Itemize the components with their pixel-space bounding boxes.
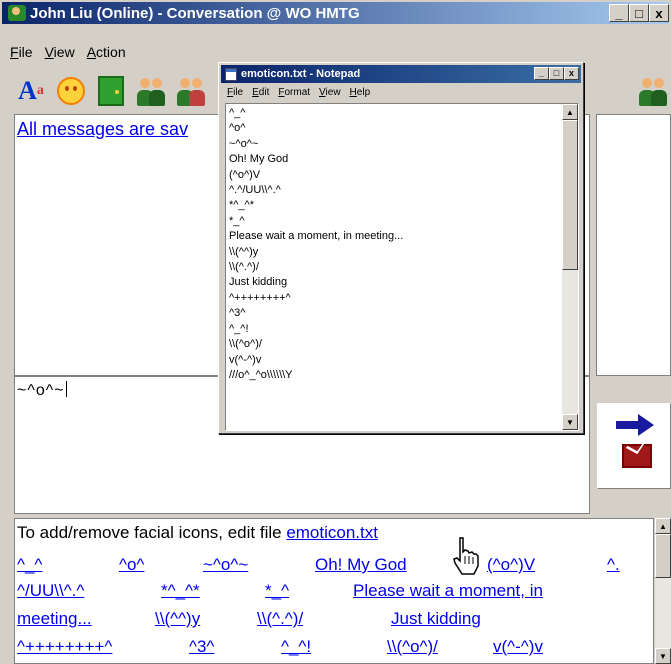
emoticon-item[interactable]: \\(^^)y [155,609,200,629]
scroll-down-arrow-icon[interactable]: ▼ [655,648,671,664]
notepad-line: ^_^ [229,107,246,119]
message-input-text: ~^o^~ [17,382,65,399]
notepad-title-bar[interactable]: emoticon.txt - Notepad _ □ x [221,65,581,83]
notepad-line: ^.^/UU\\^.^ [229,184,281,197]
notepad-menu-file[interactable]: File [227,87,243,98]
envelope-icon [622,444,652,468]
notepad-menu-help[interactable]: Help [350,87,371,98]
menu-bar: File View Action [10,44,126,64]
notepad-text-area[interactable]: ^_^ ^o^ ~^o^~ Oh! My God (^o^)V ^.^/UU\\^.^ *^… [225,103,579,431]
font-icon-sup: a [36,83,44,98]
notepad-minimize-button[interactable]: _ [534,67,549,80]
notepad-content: ^_^ ^o^ ~^o^~ Oh! My God (^o^)V ^.^/UU\\^.^ *^… [229,106,403,383]
emoticon-item[interactable]: Please wait a moment, in [353,581,543,601]
app-icon [8,5,26,21]
minimize-button[interactable]: _ [609,4,629,22]
maximize-button[interactable]: □ [629,4,649,22]
emoticon-item[interactable]: ^_^! [281,637,311,657]
menu-view[interactable]: View [45,44,75,64]
emoticon-item[interactable]: ^. [607,555,620,575]
contact-profile-icon[interactable] [636,74,670,108]
scroll-up-arrow-icon[interactable]: ▲ [655,518,671,534]
notepad-menu-view[interactable]: View [319,87,341,98]
emoticon-item[interactable]: \\(^o^)/ [387,637,438,657]
notepad-line: v(^-^)v [229,353,262,366]
emoticon-item[interactable]: ^3^ [189,637,214,657]
notepad-line: ///o^_^o\\\\\\Y [229,368,293,381]
emoticon-item[interactable]: (^o^)V [487,555,535,575]
emoticon-item[interactable]: *^_^* [161,581,200,601]
menu-file[interactable]: File [10,44,33,64]
notepad-menu-bar: File Edit Format View Help [227,87,370,98]
chat-message-link[interactable]: All messages are sav [17,119,188,140]
notepad-line: ^_^! [229,322,249,335]
notepad-title: emoticon.txt - Notepad [241,68,361,80]
notepad-scroll-up-arrow-icon[interactable]: ▲ [562,104,578,120]
emoticon-instructions: To add/remove facial icons, edit file em… [17,523,378,543]
contacts-icon[interactable] [134,74,168,108]
emoticon-item[interactable]: v(^-^)v [493,637,543,657]
notepad-close-button[interactable]: x [564,67,579,80]
window-title: John Liu (Online) - Conversation @ WO HM… [30,4,360,22]
menu-action[interactable]: Action [87,44,126,64]
emoticon-instructions-text: To add/remove facial icons, edit file [17,523,287,542]
emoticon-item[interactable]: Oh! My God [315,555,407,575]
notepad-line: \\(^o^)/ [229,338,262,351]
notepad-scrollbar[interactable]: ▲ ▼ [562,104,578,430]
notepad-line: ^++++++++^ [229,291,291,304]
hand-pointer-icon [453,537,479,575]
notepad-line: *^_^* [229,199,255,212]
notepad-maximize-button[interactable]: □ [549,67,564,80]
notepad-line: ^3^ [229,307,246,320]
invite-contacts-icon[interactable] [174,74,208,108]
notepad-scroll-down-arrow-icon[interactable]: ▼ [562,414,578,430]
title-bar[interactable]: John Liu (Online) - Conversation @ WO HM… [2,2,669,24]
emoticon-item[interactable]: ^/UU\\^.^ [17,581,84,601]
emoticon-item[interactable]: ^++++++++^ [17,637,112,657]
notepad-line: \\(^.^)/ [229,261,259,274]
emoticon-item[interactable]: *_^ [265,581,289,601]
emoticon-scrollbar[interactable]: ▲ ▼ [655,518,671,664]
emoticon-item[interactable]: ~^o^~ [203,555,248,575]
notepad-line: ~^o^~ [229,137,259,150]
notepad-menu-format[interactable]: Format [278,87,310,98]
smiley-icon[interactable] [54,74,88,108]
notepad-window[interactable]: emoticon.txt - Notepad _ □ x File Edit F… [218,62,584,434]
toolbar: Aa [14,74,208,108]
close-button[interactable]: x [649,4,669,22]
notepad-scroll-thumb[interactable] [562,120,578,270]
emoticon-item[interactable]: ^o^ [119,555,144,575]
emoticon-item[interactable]: meeting... [17,609,92,629]
font-icon-letter: A [18,76,37,105]
scroll-thumb[interactable] [655,534,671,578]
notepad-line: Just kidding [229,276,288,289]
notepad-line: *_^ [229,214,245,227]
notepad-menu-edit[interactable]: Edit [252,87,269,98]
emoticon-file-link[interactable]: emoticon.txt [286,523,378,542]
emoticon-item[interactable]: Just kidding [391,609,481,629]
conversation-window: John Liu (Online) - Conversation @ WO HM… [0,0,671,664]
notepad-line: Please wait a moment, in meeting... [229,230,404,243]
emoticon-item[interactable]: \\(^.^)/ [257,609,303,629]
notepad-icon [225,67,237,81]
font-icon[interactable]: Aa [14,74,48,108]
door-exit-icon[interactable] [94,74,128,108]
notepad-line: ^o^ [229,122,246,135]
notepad-line: Oh! My God [229,153,289,166]
notepad-line: \\(^^)y [229,245,259,258]
send-button[interactable] [597,403,671,489]
notepad-line: (^o^)V [229,168,261,181]
emoticon-panel: To add/remove facial icons, edit file em… [14,518,654,664]
contact-panel [596,114,671,376]
emoticon-item[interactable]: ^_^ [17,555,42,575]
